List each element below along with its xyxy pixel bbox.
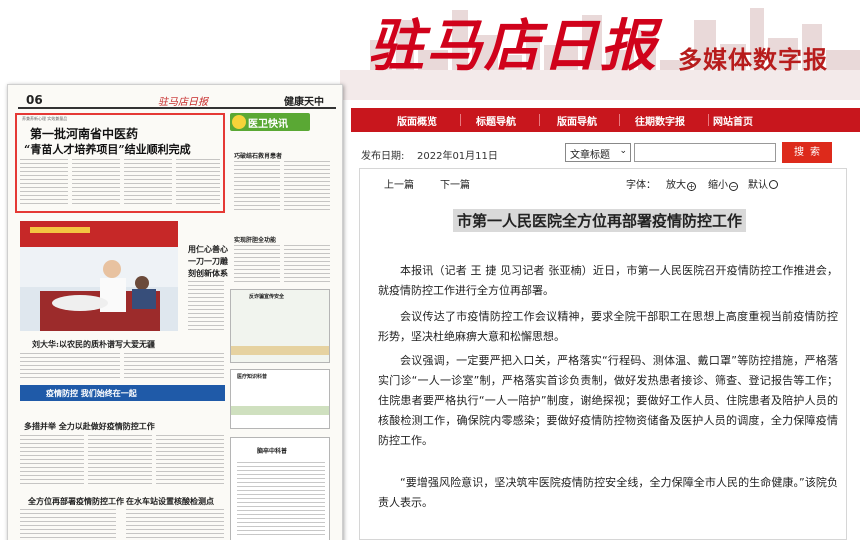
side-story-text — [234, 245, 280, 285]
promo-box-title: 脑卒中科普 — [257, 448, 288, 455]
badge-icon — [232, 115, 246, 129]
circle-icon — [769, 180, 778, 189]
page-section-name: 健康天中 — [284, 97, 324, 108]
promo-box-title: 反诈骗宣传安全 — [249, 294, 285, 300]
search-type-select[interactable]: 文章标题 ⌄ — [565, 143, 631, 162]
publish-date-label: 发布日期: — [361, 151, 405, 162]
publish-date[interactable]: 2022年01月11日 — [417, 147, 498, 162]
story-text — [20, 509, 116, 540]
story-headline[interactable]: 全方位再部署疫情防控工作 — [28, 496, 124, 507]
search-type-value: 文章标题 — [570, 150, 610, 161]
side-story-text — [284, 245, 330, 285]
article-paragraph: “要增强风险意识，坚决筑牢医院疫情防控安全线，全力保障全市人民的生命健康。”该院… — [378, 476, 838, 509]
side-story-text — [284, 161, 330, 211]
side-story-text — [234, 161, 280, 211]
prev-article-link[interactable]: 上一篇 — [384, 176, 414, 191]
story-headline[interactable]: 在水车站设置核酸检测点 — [126, 496, 214, 507]
story-text — [156, 435, 224, 485]
search-bar: 发布日期: 2022年01月11日 文章标题 ⌄ 搜索 — [351, 138, 860, 168]
default-size-button[interactable]: 默认 — [748, 176, 778, 191]
photo-caption[interactable]: 刘大华:以农民的质朴谱写大爱无疆 — [32, 339, 155, 350]
side-story-headline[interactable]: 实现肝胆全功能 — [234, 235, 276, 244]
search-input[interactable] — [634, 143, 776, 162]
next-article-link[interactable]: 下一篇 — [440, 176, 470, 191]
article-paragraph: 会议传达了市疫情防控工作会议精神，要求全院干部职工在思想上高度重视当前疫情防控形… — [378, 310, 838, 343]
promo-box-title: 医疗知识科普 — [237, 374, 268, 380]
story-text — [126, 509, 224, 540]
story-headline[interactable]: 多措并举 全力以赴做好疫情防控工作 — [24, 421, 155, 432]
feature-headline[interactable]: 用仁心善心一刀一刀雕刻创新体系 — [188, 243, 228, 279]
nav-item-home[interactable]: 网站首页 — [713, 113, 753, 128]
promo-box[interactable]: 反诈骗宣传安全 — [230, 289, 330, 363]
story-text — [124, 353, 224, 379]
feature-text — [188, 281, 224, 333]
nav-item-page-nav[interactable]: 版面导航 — [557, 113, 597, 128]
article-panel: 上一篇 下一篇 字体： 放大 + 缩小 − 默认 市第一人民医院全方位再部署疫情防控… — [359, 168, 847, 540]
news-photo — [20, 221, 178, 331]
font-label: 字体： — [626, 180, 656, 191]
plus-icon: + — [687, 182, 696, 191]
article-toolbar: 上一篇 下一篇 字体： 放大 + 缩小 − 默认 — [360, 169, 846, 195]
brand-logo: 驻马店日报 — [368, 13, 658, 79]
article-title: 市第一人民医院全方位再部署疫情防控工作 — [453, 209, 747, 232]
side-story-headline[interactable]: 巧破结石救肖患者 — [234, 151, 282, 160]
story-text — [20, 353, 120, 379]
page-number: 06 — [26, 93, 43, 107]
article-paragraph: 会议强调，一定要严把入口关，严格落实“行程码、测体温、戴口罩”等防控措施，严格落… — [378, 354, 838, 447]
health-news-banner: 医卫快讯 — [230, 113, 310, 131]
zoom-out-button[interactable]: 缩小 − — [708, 176, 738, 191]
nav-item-title-nav[interactable]: 标题导航 — [476, 113, 516, 128]
page-rule — [18, 107, 336, 109]
epidemic-banner: 疫情防控 我们始终在一起 — [20, 385, 225, 401]
brand-subtitle: 多媒体数字报 — [678, 46, 828, 74]
story-text — [20, 435, 84, 485]
page-masthead-logo: 驻马店日报 — [158, 97, 208, 108]
nav-item-archive[interactable]: 往期数字报 — [635, 113, 685, 128]
nav-item-page-overview[interactable]: 版面概览 — [397, 113, 437, 128]
zoom-in-button[interactable]: 放大 + — [666, 176, 696, 191]
promo-box[interactable]: 脑卒中科普 — [230, 437, 330, 540]
story-text — [88, 435, 152, 485]
search-button[interactable]: 搜索 — [782, 142, 832, 163]
selected-article-highlight[interactable] — [15, 113, 225, 213]
article-paragraph: 本报讯（记者 王 捷 见习记者 张亚楠）近日，市第一人民医院召开疫情防控工作推进… — [378, 264, 838, 297]
newspaper-page-image[interactable]: 06 驻马店日报 健康天中 养兼养新心理 实效兼量品 第一批河南省中医药 “青苗… — [7, 84, 343, 540]
main-nav: 版面概览 标题导航 版面导航 往期数字报 网站首页 — [351, 108, 860, 132]
promo-box[interactable]: 医疗知识科普 — [230, 369, 330, 429]
chevron-down-icon: ⌄ — [619, 146, 627, 156]
minus-icon: − — [729, 182, 738, 191]
